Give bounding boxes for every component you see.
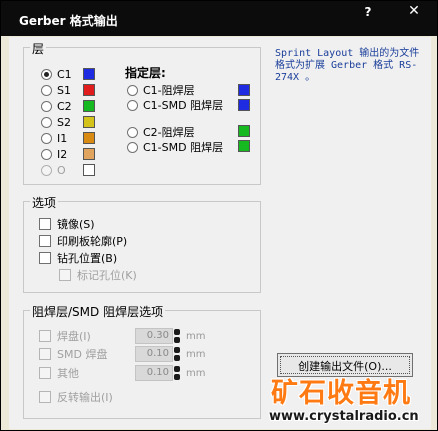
watermark-url: www.crystalradio.cn <box>269 409 419 424</box>
radio-icon <box>127 84 138 96</box>
options-group-label: 选项 <box>30 194 59 211</box>
checkbox-icon <box>39 367 51 379</box>
checkbox-icon <box>39 252 51 264</box>
mark-drill-label: 标记孔位(K) <box>77 269 137 282</box>
checkbox-icon <box>39 348 51 360</box>
designated-radio-c1-smd-mask[interactable]: C1-SMD 阻焊层 <box>127 98 223 112</box>
radio-icon <box>41 68 52 80</box>
solder-mask-group-label: 阻焊层/SMD 阻焊层选项 <box>30 303 166 320</box>
designated-label: C1-SMD 阻焊层 <box>143 99 224 112</box>
layer-radio-s2[interactable]: S2 <box>41 115 71 129</box>
mirror-label: 镜像(S) <box>57 218 95 231</box>
unit-label: mm <box>186 330 206 342</box>
designated-layers-title: 指定层: <box>125 66 166 80</box>
layer-label: I2 <box>57 147 68 161</box>
spinner-arrows-icon <box>174 365 180 381</box>
spinner-arrows-icon <box>174 328 180 344</box>
radio-icon <box>41 116 52 128</box>
layer-color-swatch-c1 <box>83 68 95 80</box>
gerber-export-dialog: Gerber 格式输出 ? ✕ 层 C1 S1 C2 S2 I1 I2 O 指定… <box>0 0 438 431</box>
designated-label: C2-阻焊层 <box>143 126 195 139</box>
designated-swatch-c2-mask <box>238 125 250 137</box>
drill-position-label: 钻孔位置(B) <box>57 252 118 265</box>
watermark-logo: 矿石收音机 <box>271 378 411 409</box>
title-bar[interactable]: Gerber 格式输出 ? ✕ <box>1 1 437 36</box>
board-outline-checkbox[interactable]: 印刷板轮廓(P) <box>39 234 127 248</box>
radio-icon <box>41 148 52 160</box>
designated-label: C1-SMD 阻焊层 <box>143 141 224 154</box>
layer-radio-i1[interactable]: I1 <box>41 131 67 145</box>
pad-value: 0.30 <box>135 328 173 344</box>
radio-icon <box>41 100 52 112</box>
layer-radio-i2[interactable]: I2 <box>41 147 67 161</box>
pad-label: 焊盘(I) <box>57 330 91 343</box>
checkbox-icon <box>39 391 51 403</box>
watermark: 矿石收音机 www.crystalradio.cn <box>269 341 438 431</box>
checkbox-icon <box>39 330 51 342</box>
window-title: Gerber 格式输出 <box>19 14 118 28</box>
smd-pad-spinner: 0.10 mm <box>135 346 205 362</box>
layers-group-label: 层 <box>30 40 47 57</box>
radio-icon <box>127 141 138 153</box>
designated-swatch-c1-mask <box>238 84 250 96</box>
layer-color-swatch-s2 <box>83 116 95 128</box>
layer-label: S2 <box>57 115 71 129</box>
layer-color-swatch-i1 <box>83 132 95 144</box>
invert-output-label: 反转输出(I) <box>57 391 113 404</box>
checkbox-icon <box>59 269 71 281</box>
help-button[interactable]: ? <box>361 4 375 20</box>
layer-radio-c2[interactable]: C2 <box>41 99 72 113</box>
unit-label: mm <box>186 348 206 360</box>
radio-icon <box>41 132 52 144</box>
other-checkbox: 其他 <box>39 366 79 380</box>
designated-swatch-c1-smd-mask <box>238 99 250 111</box>
close-button[interactable]: ✕ <box>393 1 435 21</box>
layer-label: C1 <box>57 67 72 81</box>
other-label: 其他 <box>57 367 79 380</box>
format-info-text: Sprint Layout 输出的为文件格式为扩展 Gerber 格式 RS-2… <box>275 48 420 83</box>
layer-color-swatch-s1 <box>83 84 95 96</box>
checkbox-icon <box>39 235 51 247</box>
designated-radio-c2-smd-mask[interactable]: C1-SMD 阻焊层 <box>127 140 223 154</box>
invert-output-checkbox: 反转输出(I) <box>39 390 113 404</box>
designated-label: C1-阻焊层 <box>143 84 195 97</box>
radio-icon <box>127 99 138 111</box>
designated-radio-c1-mask[interactable]: C1-阻焊层 <box>127 83 195 97</box>
radio-icon <box>41 84 52 96</box>
smd-pad-label: SMD 焊盘 <box>57 348 108 361</box>
designated-radio-c2-mask[interactable]: C2-阻焊层 <box>127 125 195 139</box>
layer-label: I1 <box>57 131 68 145</box>
mark-drill-checkbox: 标记孔位(K) <box>59 268 137 282</box>
radio-icon <box>127 126 138 138</box>
layer-label: O <box>57 163 66 177</box>
other-value: 0.10 <box>135 365 173 381</box>
layer-label: C2 <box>57 99 72 113</box>
other-spinner: 0.10 mm <box>135 365 205 381</box>
checkbox-icon <box>39 218 51 230</box>
layer-radio-s1[interactable]: S1 <box>41 83 71 97</box>
layer-color-swatch-c2 <box>83 100 95 112</box>
pad-checkbox: 焊盘(I) <box>39 329 91 343</box>
designated-swatch-c2-smd-mask <box>238 140 250 152</box>
drill-position-checkbox[interactable]: 钻孔位置(B) <box>39 251 117 265</box>
spinner-arrows-icon <box>174 346 180 362</box>
radio-icon <box>41 164 52 176</box>
layer-color-swatch-i2 <box>83 148 95 160</box>
layer-radio-c1[interactable]: C1 <box>41 67 72 81</box>
layer-radio-o: O <box>41 163 66 177</box>
smd-pad-checkbox: SMD 焊盘 <box>39 347 107 361</box>
unit-label: mm <box>186 367 206 379</box>
layer-label: S1 <box>57 83 71 97</box>
layer-color-swatch-o <box>83 164 95 176</box>
smd-pad-value: 0.10 <box>135 346 173 362</box>
mirror-checkbox[interactable]: 镜像(S) <box>39 217 95 231</box>
pad-spinner: 0.30 mm <box>135 328 205 344</box>
board-outline-label: 印刷板轮廓(P) <box>57 235 128 248</box>
